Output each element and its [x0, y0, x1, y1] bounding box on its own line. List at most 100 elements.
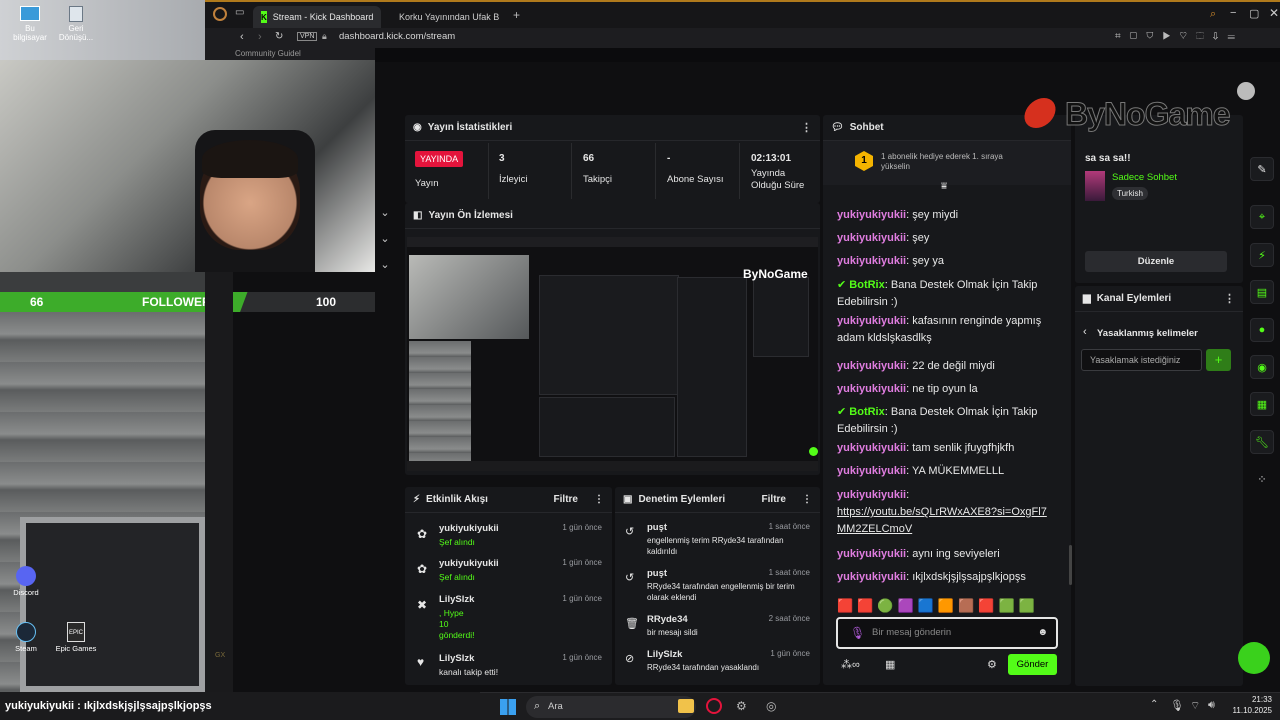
chat-username[interactable]: yukiyukiyukii: [837, 489, 906, 501]
discord-taskbar-icon[interactable]: ◎: [766, 699, 776, 713]
settings-icon[interactable]: ⚙︎: [987, 658, 997, 671]
more-icon[interactable]: ⋮: [1224, 292, 1235, 305]
points-icon[interactable]: ⁂∞: [841, 658, 860, 671]
bolt-icon[interactable]: ⚡︎: [1250, 243, 1274, 267]
mic-icon[interactable]: 🎙︎: [850, 626, 865, 640]
tab-youtube[interactable]: Korku Yayınından Ufak B: [385, 6, 503, 28]
start-icon[interactable]: [500, 699, 516, 715]
chat-scrollbar[interactable]: [1069, 545, 1072, 585]
add-banned-word-button[interactable]: +: [1206, 349, 1231, 371]
back-arrow-icon[interactable]: ‹: [1083, 326, 1087, 338]
more-icon[interactable]: ⋮: [801, 121, 812, 134]
gift-icon: ✿: [417, 527, 428, 541]
collapse-chevrons[interactable]: ⌄ ⌄ ⌄: [375, 200, 395, 280]
stream-preview-panel: ◧ Yayın Ön İzlemesi ByNoGame: [405, 203, 820, 475]
chat-username[interactable]: BotRix: [849, 279, 884, 291]
desktop-icon-discord[interactable]: Discord: [8, 566, 44, 597]
opera-gx-icon[interactable]: [706, 698, 722, 714]
streamer-hair: [202, 140, 298, 178]
store-icon[interactable]: ▦: [885, 658, 895, 671]
chat-username[interactable]: yukiyukiyukii: [837, 548, 906, 560]
back-icon[interactable]: ‹: [240, 31, 244, 43]
panel-header: ⚡︎ Etkinlik Akışı Filtre ⋮: [405, 487, 612, 513]
chat-username[interactable]: yukiyukiyukii: [837, 255, 906, 267]
wifi-icon[interactable]: ⌔: [1190, 699, 1200, 713]
extension-icons[interactable]: ⌗▢⛉▶♡⬚⇩☰: [1115, 31, 1244, 42]
vpn-badge[interactable]: VPN: [297, 32, 318, 41]
chat-username[interactable]: yukiyukiyukii: [837, 232, 906, 244]
close-icon[interactable]: ✕: [1269, 6, 1279, 20]
edit-pencil-icon[interactable]: ✎: [1250, 157, 1274, 181]
layout-icon[interactable]: ▦: [1250, 392, 1274, 416]
desktop-icon-recycle-bin[interactable]: Geri Dönüşü...: [54, 6, 98, 42]
clock-date[interactable]: 11.10.2025: [1222, 706, 1272, 715]
banned-word-input[interactable]: Yasaklamak istediğiniz: [1081, 349, 1202, 371]
gift-banner[interactable]: 1 1 abonelik hediye ederek 1. sıraya yük…: [823, 141, 1071, 185]
maximize-icon[interactable]: ▢: [1249, 7, 1259, 20]
browser-logo-icon[interactable]: [213, 7, 227, 21]
tab-kick-dashboard[interactable]: K Stream - Kick Dashboard: [253, 6, 381, 28]
target-icon[interactable]: ⌖: [1250, 205, 1274, 229]
folder-icon[interactable]: [678, 699, 694, 713]
chat-bubble-icon[interactable]: ●: [1250, 318, 1274, 342]
chat-username[interactable]: yukiyukiyukii: [837, 571, 906, 583]
clock-time[interactable]: 21:33: [1228, 695, 1272, 704]
profile-avatar[interactable]: [1237, 82, 1255, 100]
chat-username[interactable]: yukiyukiyukii: [837, 315, 906, 327]
emoji-icon[interactable]: ☻: [1037, 627, 1048, 638]
chat-input[interactable]: 🎙︎ Bir mesaj gönderin ☻: [836, 617, 1058, 649]
chat-text: şey ya: [912, 255, 945, 267]
followers-value: 66: [583, 153, 595, 164]
activity-user[interactable]: yukiyukiyukii: [439, 523, 499, 534]
new-tab-icon[interactable]: +: [513, 8, 520, 22]
apps-icon[interactable]: ⁘: [1250, 467, 1274, 491]
tab-manager-icon[interactable]: ▭: [235, 7, 244, 18]
mod-user[interactable]: RRyde34: [647, 614, 688, 625]
search-icon[interactable]: ⌕: [1210, 8, 1216, 21]
panel-header: ◧ Yayın Ön İzlemesi: [405, 203, 820, 229]
lock-icon: 🔒︎: [322, 31, 327, 41]
desktop-icon-epic[interactable]: EPIC Epic Games: [52, 622, 100, 653]
recycle-bin-icon: [69, 6, 83, 22]
mod-user[interactable]: puşt: [647, 522, 667, 533]
filter-button[interactable]: Filtre: [554, 494, 578, 505]
reload-icon[interactable]: ↻: [275, 31, 283, 42]
tray-chevron-icon[interactable]: ⌃: [1150, 699, 1158, 710]
desktop-area: Bu bilgisayar Geri Dönüşü...: [0, 0, 205, 60]
preview-video[interactable]: ByNoGame: [407, 237, 818, 471]
chat-username[interactable]: yukiyukiyukii: [837, 383, 906, 395]
chat-username[interactable]: yukiyukiyukii: [837, 360, 906, 372]
pin-icon[interactable]: ⩸: [941, 181, 947, 192]
desktop-icon-this-pc[interactable]: Bu bilgisayar: [8, 6, 52, 42]
activity-user[interactable]: yukiyukiyukii: [439, 558, 499, 569]
chat-username[interactable]: yukiyukiyukii: [837, 465, 906, 477]
more-icon[interactable]: ⋮: [594, 494, 604, 505]
emote-bar[interactable]: 🟥🟥🟢🟪🟦🟧🟫🟥🟩🟩: [837, 598, 1057, 616]
volume-icon[interactable]: 🔊︎: [1208, 699, 1215, 712]
viewers-label: İzleyici: [499, 174, 528, 185]
taskbar-search[interactable]: ⌕ Ara: [526, 696, 696, 718]
chat-username[interactable]: yukiyukiyukii: [837, 442, 906, 454]
bookmark-item[interactable]: Community Guidel: [235, 49, 301, 58]
mic-icon[interactable]: 🎙︎: [1170, 699, 1184, 712]
document-icon[interactable]: ▤: [1250, 280, 1274, 304]
send-button[interactable]: Gönder: [1008, 654, 1057, 675]
activity-user[interactable]: LilySlzk: [439, 594, 474, 605]
chat-username[interactable]: yukiyukiyukii: [837, 209, 906, 221]
steam-taskbar-icon[interactable]: ⚙︎: [736, 699, 747, 713]
mod-user[interactable]: LilySlzk: [647, 649, 682, 660]
chat-link[interactable]: https://youtu.be/sQLrRWxAXE8?si=OxgFl7MM…: [837, 506, 1047, 535]
activity-user[interactable]: LilySlzk: [439, 653, 474, 664]
more-icon[interactable]: ⋮: [802, 494, 812, 505]
minimize-icon[interactable]: −: [1230, 7, 1236, 19]
mod-user[interactable]: puşt: [647, 568, 667, 579]
forward-icon[interactable]: ›: [258, 31, 262, 43]
edit-button[interactable]: Düzenle: [1085, 251, 1227, 272]
desktop-icon-steam[interactable]: Steam: [8, 622, 44, 653]
chat-username[interactable]: BotRix: [849, 406, 884, 418]
verified-bot-icon: ✔: [837, 279, 850, 291]
broadcast-icon[interactable]: ◉: [1250, 355, 1274, 379]
filter-button[interactable]: Filtre: [762, 494, 786, 505]
address-bar[interactable]: dashboard.kick.com/stream: [339, 31, 455, 42]
wrench-icon[interactable]: 🔧︎: [1250, 430, 1274, 454]
